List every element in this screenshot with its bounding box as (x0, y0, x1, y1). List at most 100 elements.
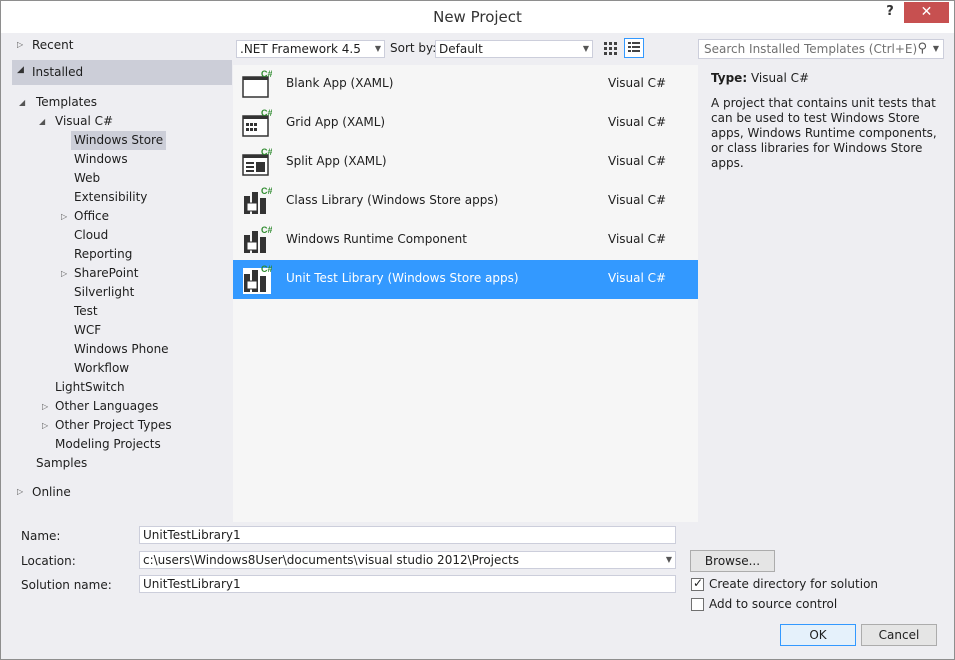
template-name: Class Library (Windows Store apps) (286, 193, 499, 207)
template-item-blank-app[interactable]: C# Blank App (XAML) Visual C# (233, 65, 698, 104)
expand-arrow-icon[interactable]: ▷ (17, 480, 23, 504)
description-type-value: Visual C# (750, 71, 810, 85)
dropdown-arrow-icon: ▼ (374, 44, 381, 53)
name-input[interactable]: UnitTestLibrary1 (139, 526, 676, 544)
checkmark-icon: ✓ (693, 576, 704, 590)
expand-arrow-icon[interactable]: ▷ (42, 416, 48, 435)
runtime-component-icon: C# (244, 225, 272, 253)
tree-label: Visual C# (55, 114, 114, 128)
expand-arrow-icon[interactable]: ▷ (61, 207, 67, 226)
grid-app-icon: C# (242, 108, 272, 137)
description-type-row: Type: Visual C# (711, 71, 939, 86)
close-button[interactable]: ✕ (904, 2, 949, 23)
tree-label: Silverlight (74, 285, 135, 299)
search-templates-input[interactable]: Search Installed Templates (Ctrl+E) ⚲ ▼ (698, 39, 944, 59)
tree-label: Modeling Projects (55, 437, 161, 451)
sort-by-label: Sort by: (390, 41, 437, 55)
description-type-label: Type: (711, 71, 748, 85)
template-language: Visual C# (608, 76, 667, 90)
template-item-split-app[interactable]: C# Split App (XAML) Visual C# (233, 143, 698, 182)
sort-by-value: Default (439, 42, 483, 56)
class-library-icon: C# (244, 186, 272, 214)
solution-name-input[interactable]: UnitTestLibrary1 (139, 575, 676, 593)
svg-text:C#: C# (261, 69, 272, 79)
template-tree: ▷ Recent ◢ Installed ◢ Templates ◢ Visua… (9, 33, 232, 511)
location-value: c:\users\Windows8User\documents\visual s… (143, 553, 519, 567)
template-item-grid-app[interactable]: C# Grid App (XAML) Visual C# (233, 104, 698, 143)
list-view-button[interactable] (624, 38, 644, 58)
tree-label: SharePoint (74, 266, 139, 280)
description-text: A project that contains unit tests that … (711, 96, 937, 170)
collapse-arrow-icon[interactable]: ◢ (17, 65, 24, 75)
template-language: Visual C# (608, 271, 667, 285)
tree-label-installed: Installed (32, 65, 84, 79)
tree-label: Extensibility (74, 190, 148, 204)
template-language: Visual C# (608, 115, 667, 129)
template-item-class-library[interactable]: C# Class Library (Windows Store apps) Vi… (233, 182, 698, 221)
template-description: Type: Visual C# A project that contains … (711, 71, 939, 171)
framework-select[interactable]: .NET Framework 4.5 ▼ (236, 40, 385, 58)
tree-label: Other Languages (55, 399, 159, 413)
name-label: Name: (21, 529, 61, 543)
search-icon[interactable]: ⚲ (917, 40, 927, 58)
dropdown-arrow-icon[interactable]: ▼ (933, 40, 939, 58)
ok-button[interactable]: OK (780, 624, 856, 646)
collapse-arrow-icon[interactable]: ◢ (19, 93, 25, 112)
small-icons-view-button[interactable] (600, 38, 620, 58)
tree-label: Cloud (74, 228, 109, 242)
dialog-title: New Project (433, 8, 522, 26)
tree-label: Other Project Types (55, 418, 172, 432)
template-name: Unit Test Library (Windows Store apps) (286, 271, 519, 285)
tree-label-recent: Recent (32, 38, 74, 52)
tree-label: Web (74, 171, 101, 185)
create-directory-checkbox[interactable]: ✓ (691, 576, 704, 591)
svg-text:C#: C# (261, 108, 272, 118)
dropdown-arrow-icon: ▼ (582, 44, 589, 53)
unit-test-library-icon: C# (243, 264, 272, 294)
tree-label: WCF (74, 323, 102, 337)
template-language: Visual C# (608, 154, 667, 168)
svg-text:C#: C# (261, 186, 272, 196)
svg-text:C#: C# (261, 264, 272, 274)
solution-name-label: Solution name: (21, 578, 112, 592)
svg-text:C#: C# (261, 147, 272, 157)
source-control-checkbox[interactable] (691, 598, 704, 611)
template-item-unit-test-library[interactable]: C# Unit Test Library (Windows Store apps… (233, 260, 698, 299)
title-bar: New Project ? ✕ (1, 1, 954, 33)
tree-label: Samples (36, 456, 88, 470)
tree-label-online: Online (32, 485, 71, 499)
template-name: Grid App (XAML) (286, 115, 386, 129)
template-name: Blank App (XAML) (286, 76, 394, 90)
tree-node-installed[interactable]: ◢ Installed (12, 60, 232, 85)
dropdown-arrow-icon[interactable]: ▼ (666, 552, 672, 568)
split-app-icon: C# (242, 147, 272, 176)
collapse-arrow-icon[interactable]: ◢ (39, 112, 45, 131)
cancel-button[interactable]: Cancel (861, 624, 937, 646)
template-list: C# Blank App (XAML) Visual C# C# Grid Ap… (233, 65, 698, 522)
list-view-icon (628, 42, 640, 52)
tree-label: Windows Phone (74, 342, 169, 356)
expand-arrow-icon[interactable]: ▷ (17, 33, 23, 57)
source-control-label: Add to source control (709, 597, 838, 611)
template-language: Visual C# (608, 232, 667, 246)
template-language: Visual C# (608, 193, 667, 207)
tree-label: Windows Store (71, 131, 167, 150)
template-item-windows-runtime-component[interactable]: C# Windows Runtime Component Visual C# (233, 221, 698, 260)
tree-label: Test (74, 304, 98, 318)
sort-by-select[interactable]: Default ▼ (435, 40, 593, 58)
expand-arrow-icon[interactable]: ▷ (42, 397, 48, 416)
help-button[interactable]: ? (881, 4, 899, 24)
tree-label: Workflow (74, 361, 130, 375)
name-value: UnitTestLibrary1 (143, 528, 241, 542)
blank-app-icon: C# (242, 69, 272, 98)
expand-arrow-icon[interactable]: ▷ (61, 264, 67, 283)
tree-label: Windows (74, 152, 128, 166)
solution-name-value: UnitTestLibrary1 (143, 577, 241, 591)
tree-label: Office (74, 209, 110, 223)
location-label: Location: (21, 554, 76, 568)
location-input[interactable]: c:\users\Windows8User\documents\visual s… (139, 551, 676, 569)
template-name: Windows Runtime Component (286, 232, 467, 246)
browse-button[interactable]: Browse... (690, 550, 775, 572)
framework-value: .NET Framework 4.5 (240, 42, 361, 56)
tree-label: Reporting (74, 247, 133, 261)
